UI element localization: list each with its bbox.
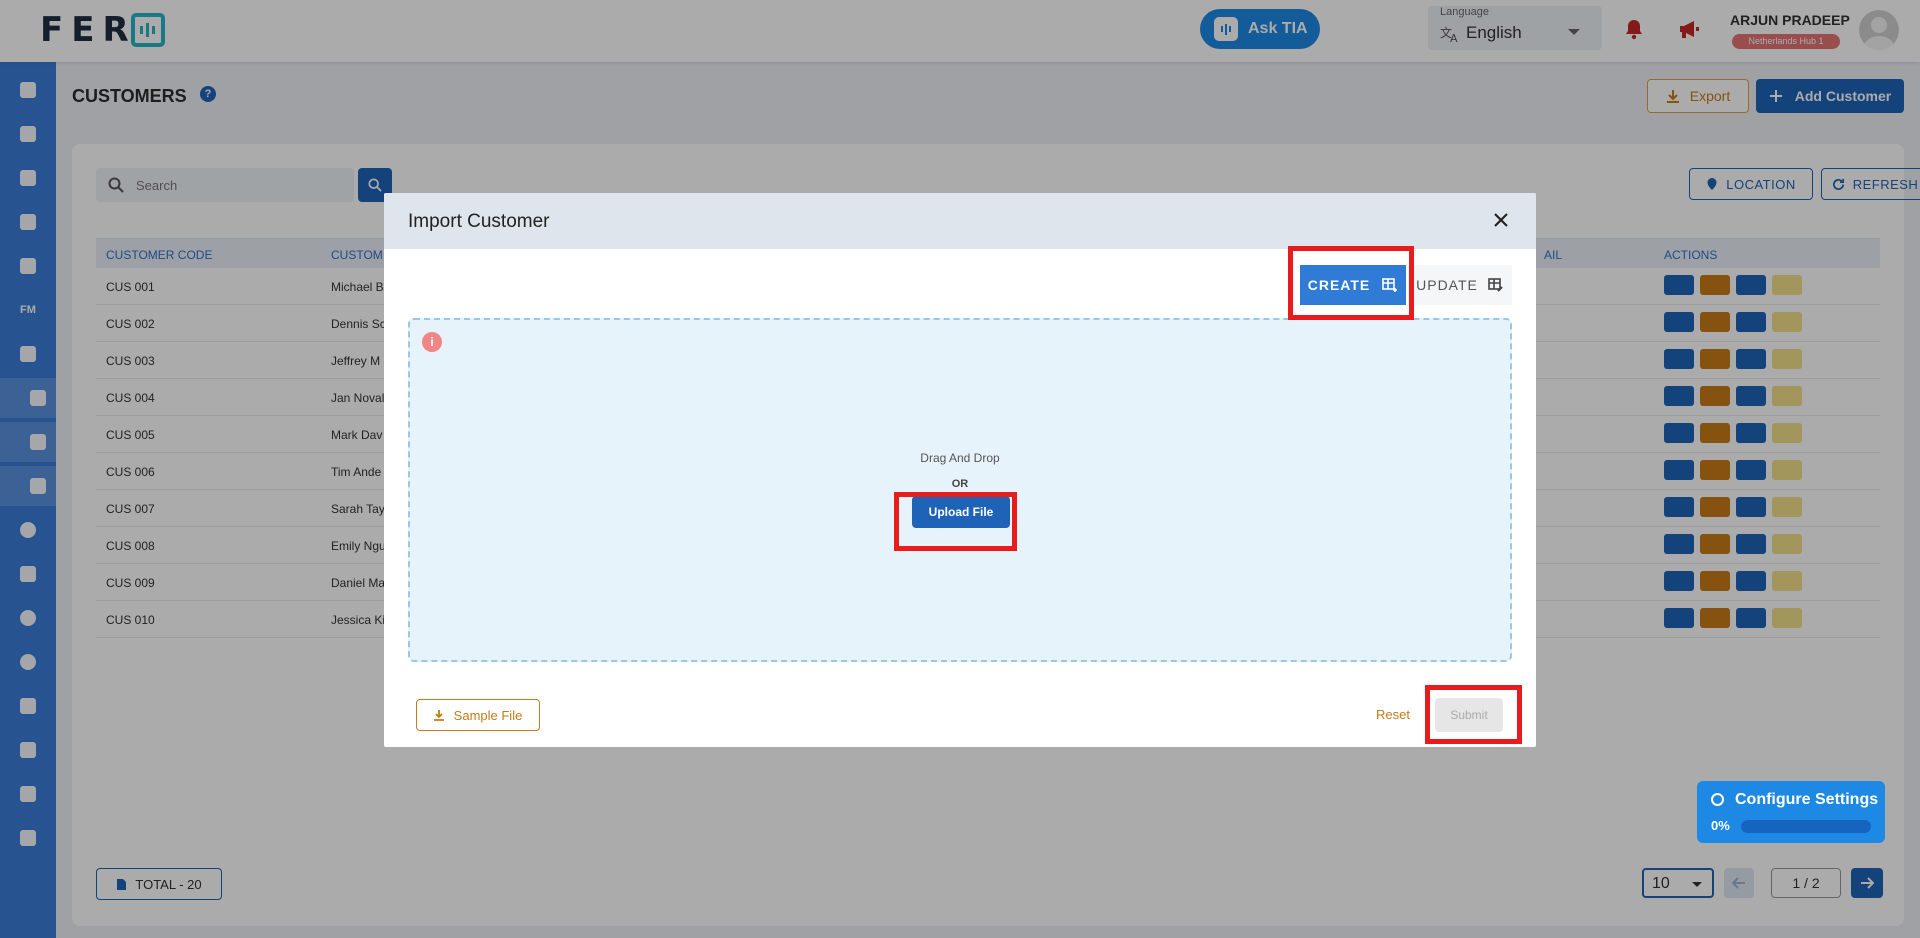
circle-icon [1711, 793, 1724, 806]
or-text: OR [951, 478, 969, 490]
configure-progress-bar [1741, 820, 1871, 833]
table-edit-icon [1488, 277, 1504, 293]
update-tab[interactable]: UPDATE [1408, 265, 1512, 305]
dialog-title: Import Customer [408, 211, 550, 232]
drag-drop-text: Drag And Drop [920, 451, 1000, 465]
dialog-header: Import Customer [384, 193, 1536, 249]
sample-file-label: Sample File [453, 707, 523, 723]
info-icon[interactable]: i [422, 332, 442, 352]
highlight-upload [894, 492, 1017, 551]
configure-settings-widget[interactable]: Configure Settings 0% [1697, 781, 1885, 843]
sample-file-button[interactable]: Sample File [416, 699, 540, 731]
configure-percent: 0% [1711, 818, 1730, 833]
drop-zone[interactable]: i Drag And Drop OR Upload File [408, 318, 1512, 662]
close-icon[interactable] [1492, 211, 1510, 229]
update-label: UPDATE [1416, 277, 1478, 293]
highlight-submit [1425, 685, 1522, 744]
configure-title: Configure Settings [1735, 791, 1879, 808]
highlight-create [1288, 246, 1414, 320]
download-icon [433, 709, 444, 721]
reset-button[interactable]: Reset [1376, 707, 1410, 722]
